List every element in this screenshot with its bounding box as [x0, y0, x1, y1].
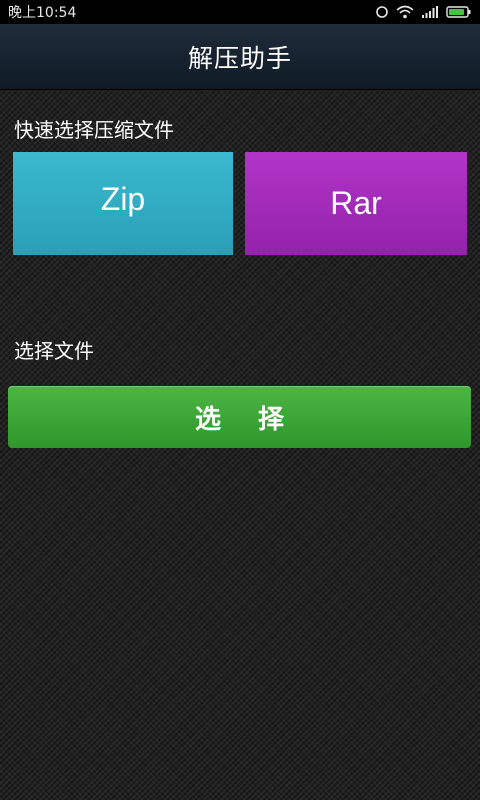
title-bar: 解压助手 — [0, 24, 480, 90]
page-title: 解压助手 — [187, 43, 292, 73]
rar-tile-label: Rar — [330, 185, 382, 221]
rar-tile-button[interactable]: Rar — [245, 152, 467, 255]
status-bar: 晚上10:54 — [0, 0, 480, 24]
zip-tile-label: Zip — [100, 181, 146, 217]
wifi-icon — [396, 5, 414, 19]
zip-tile-button[interactable]: Zip — [13, 152, 233, 255]
status-icons — [375, 5, 472, 19]
status-time: 晚上10:54 — [8, 5, 77, 21]
alarm-icon — [375, 5, 389, 19]
signal-icon — [421, 5, 439, 19]
choose-file-label: 选择文件 — [14, 339, 94, 363]
quick-select-label: 快速选择压缩文件 — [14, 118, 174, 142]
choose-file-button-label: 选 择 — [194, 404, 299, 435]
choose-file-button[interactable]: 选 择 — [8, 386, 471, 448]
battery-icon — [446, 5, 472, 19]
